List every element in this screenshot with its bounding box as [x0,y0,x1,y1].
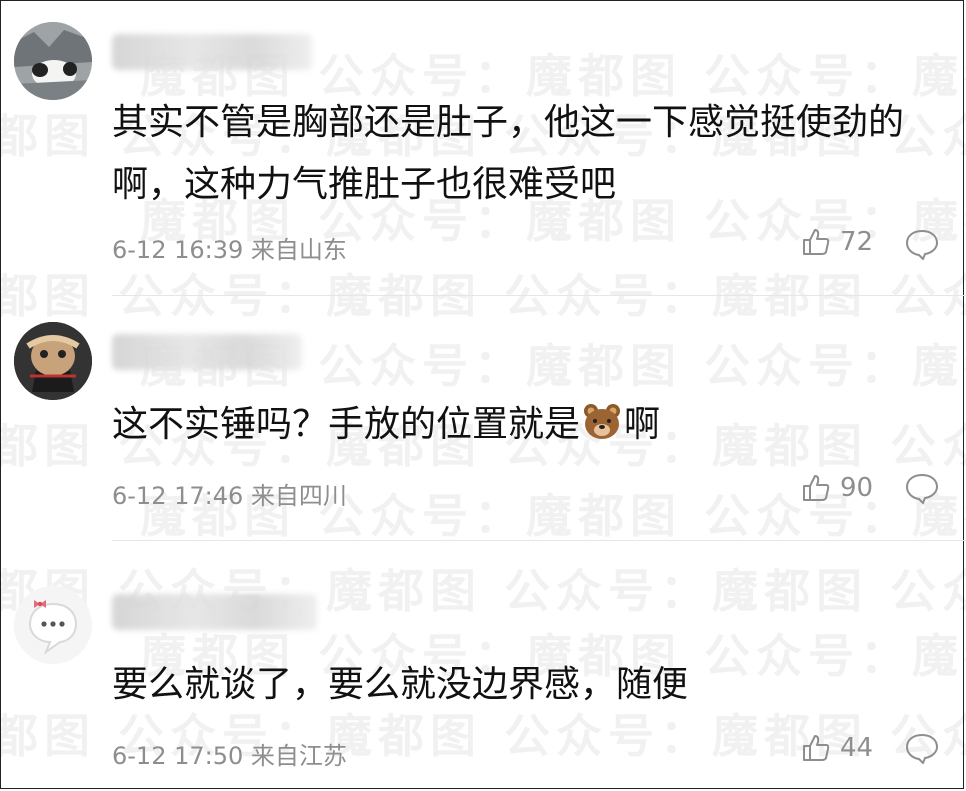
comment-item: 其实不管是胸部还是肚子，他这一下感觉挺使劲的啊，这种力气推肚子也很难受吧 6-1… [0,0,966,296]
panda-avatar-icon [14,22,92,100]
like-button[interactable]: 44 [800,732,873,764]
like-count: 90 [840,473,874,503]
username-blurred[interactable] [112,34,312,70]
comment-bubble-icon [905,733,939,765]
comment-item: 要么就谈了，要么就没边界感，随便 6-12 17:50 来自江苏 44 [0,542,966,791]
bear-emoji-icon [584,404,621,439]
comment-item: 这不实锤吗？手放的位置就是 啊 6-12 17:46 来自四川 90 [0,296,966,542]
comment-text: 其实不管是胸部还是肚子，他这一下感觉挺使劲的啊，这种力气推肚子也很难受吧 [112,102,905,205]
thumbs-up-icon [803,475,830,501]
comment-bubble-icon [905,229,939,261]
comment-text: 要么就谈了，要么就没边界感，随便 [112,664,689,705]
like-button[interactable]: 90 [800,472,873,504]
comment-text-part: 这不实锤吗？手放的位置就是 [112,404,581,445]
username-blurred[interactable] [112,334,302,370]
username-blurred[interactable] [112,594,317,630]
thumbs-up-icon [803,229,830,255]
thumbs-up-icon [803,735,830,761]
reply-button[interactable] [905,732,939,768]
mask-avatar-icon [14,322,92,400]
reply-button[interactable] [905,228,939,264]
avatar[interactable] [14,22,92,100]
like-button[interactable]: 72 [800,226,873,258]
chat-bubble-avatar-icon [14,586,92,664]
avatar[interactable] [14,586,92,664]
like-count: 44 [840,733,874,763]
comment-bubble-icon [905,473,939,505]
comment-meta: 6-12 17:46 来自四川 [112,482,347,510]
comment-meta: 6-12 17:50 来自江苏 [112,742,347,770]
comment-meta: 6-12 16:39 来自山东 [112,236,347,264]
comment-text: 这不实锤吗？手放的位置就是 啊 [112,394,922,456]
like-count: 72 [840,227,874,257]
avatar[interactable] [14,322,92,400]
comment-text-part: 啊 [624,404,661,445]
reply-button[interactable] [905,472,939,508]
divider [112,540,966,541]
